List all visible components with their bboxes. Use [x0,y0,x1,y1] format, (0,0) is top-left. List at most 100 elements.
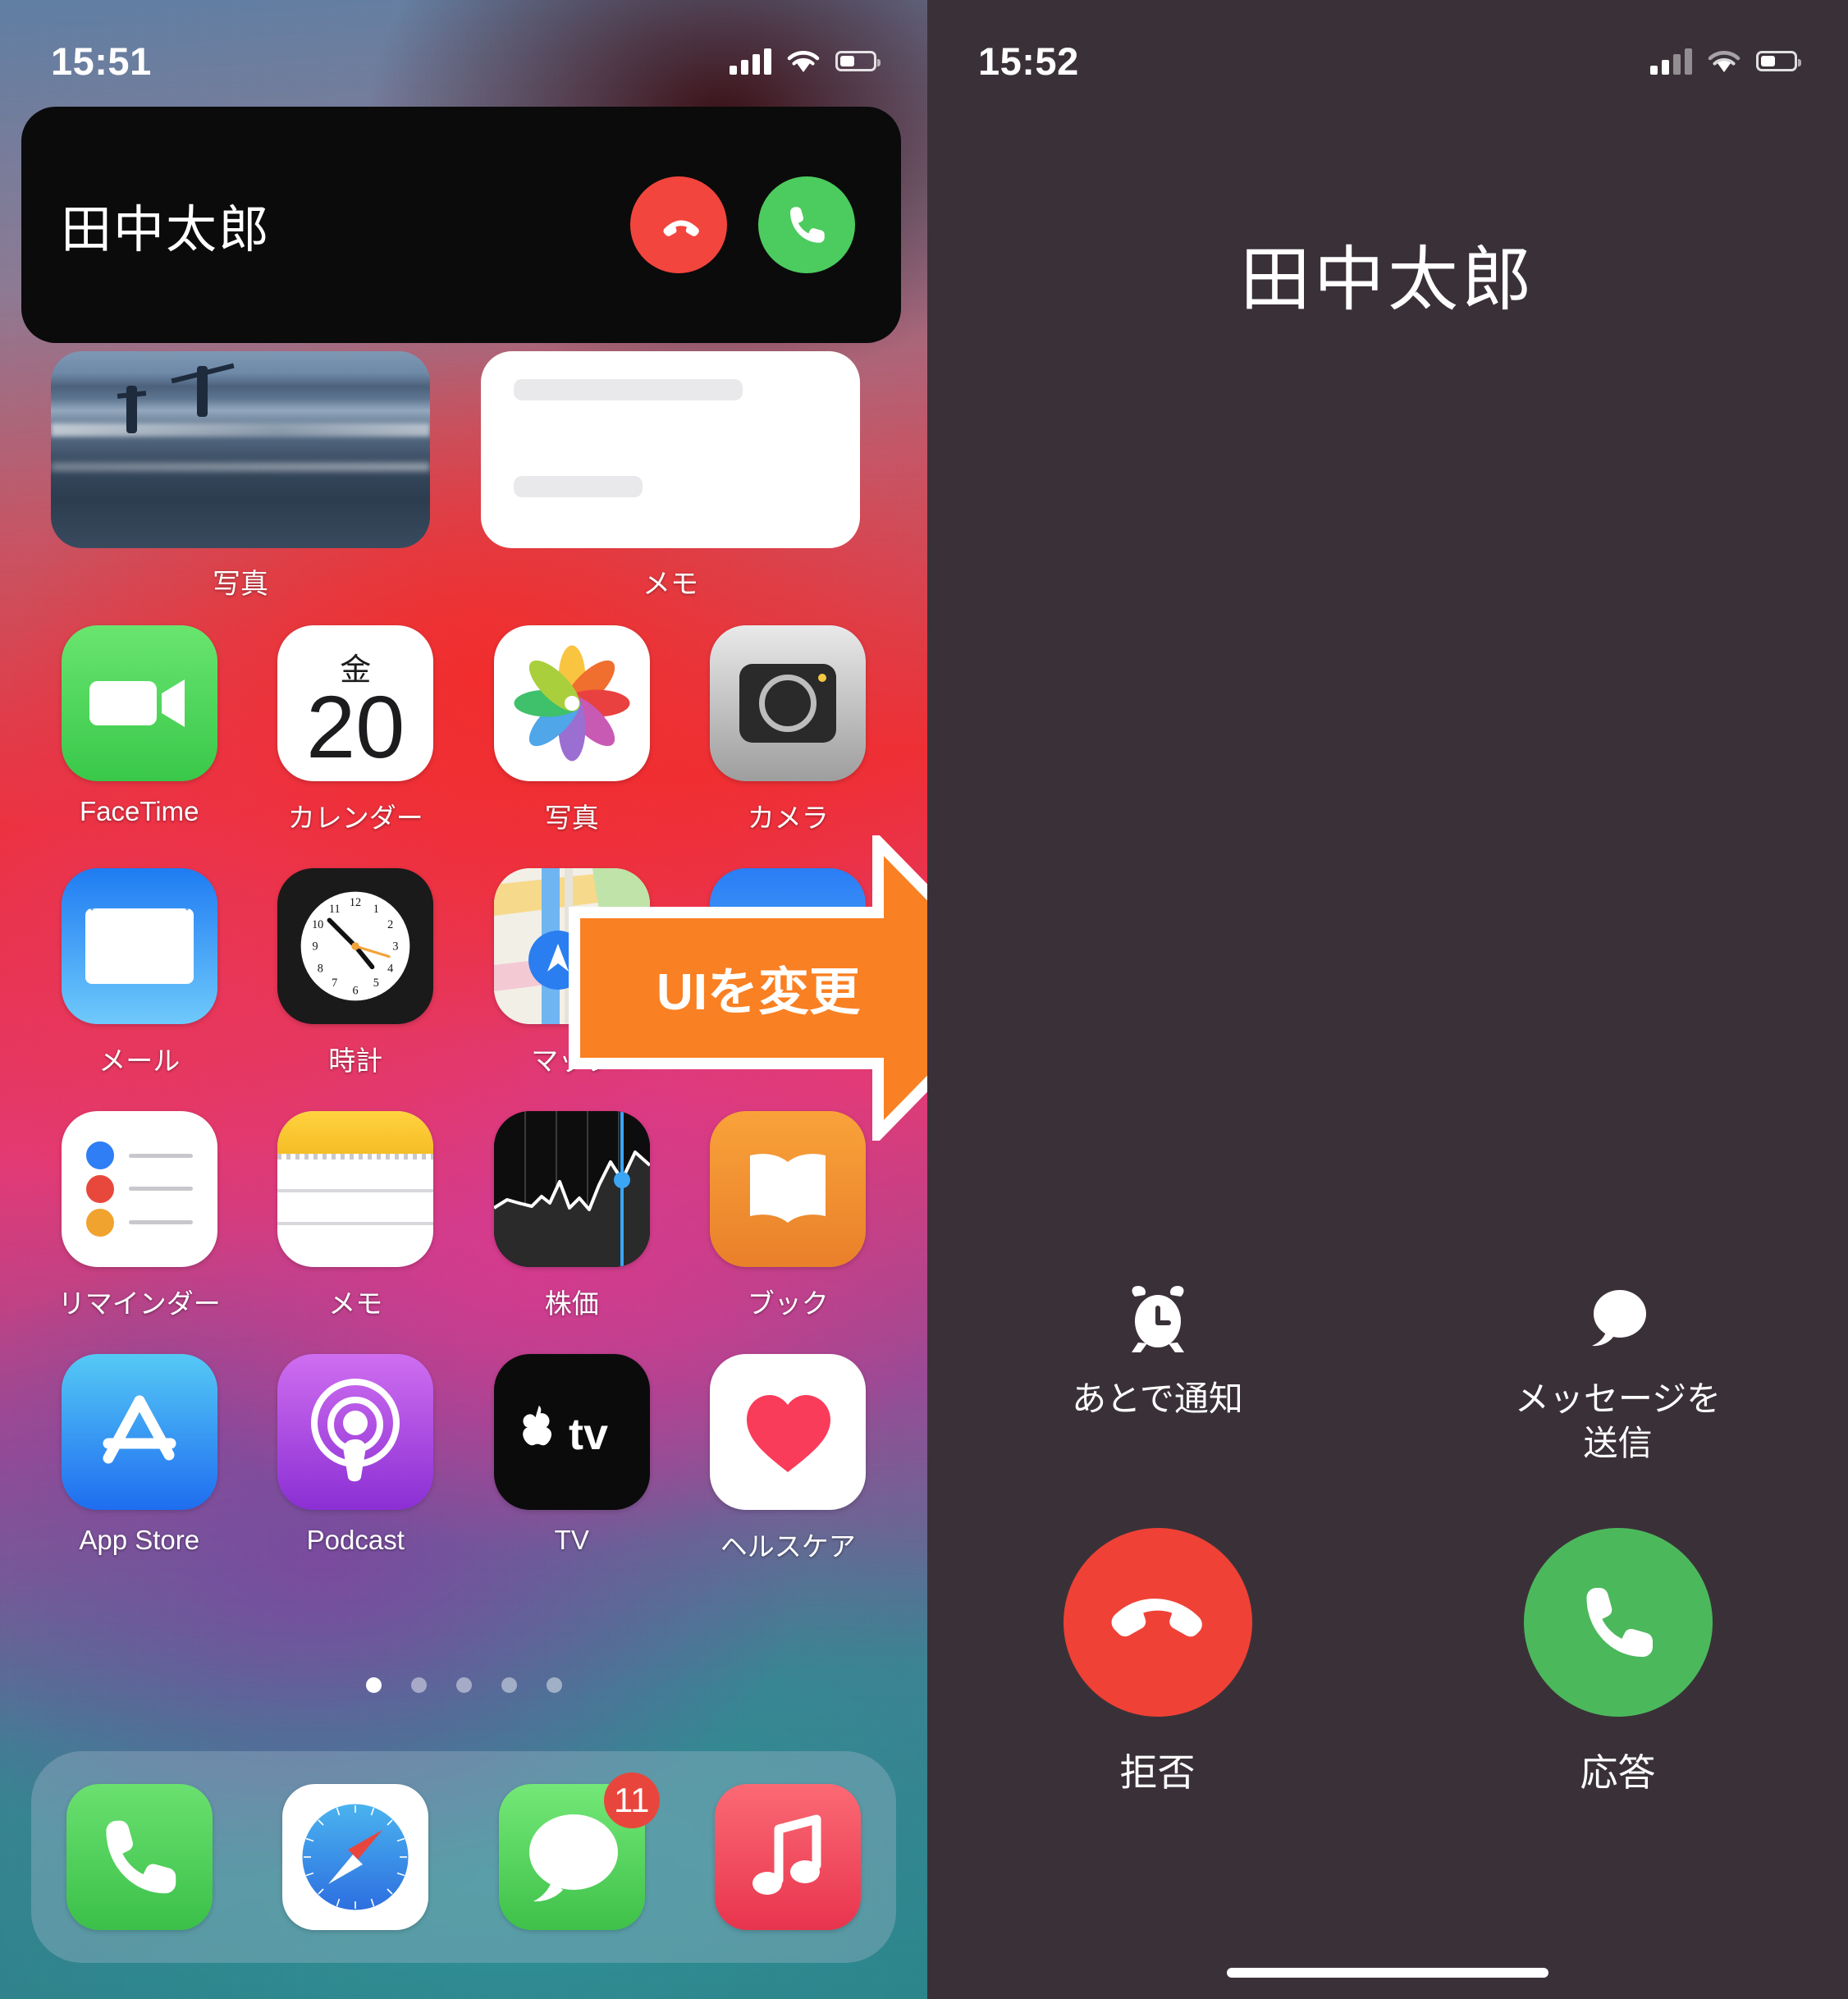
svg-text:6: 6 [353,984,359,997]
dock: 11 [31,1751,896,1963]
page-dot-5[interactable] [546,1677,562,1693]
app-label: ブック [747,1288,829,1319]
app-label: リマインダー [57,1288,221,1319]
photos-widget[interactable] [51,351,430,548]
notes-widget[interactable] [481,351,860,548]
incoming-caller-name: 田中太郎 [1240,240,1535,319]
dock-item-safari[interactable] [282,1784,429,1930]
app-tv[interactable]: tv TV [464,1354,680,1564]
app-stocks[interactable]: 株価 [464,1111,680,1321]
svg-text:12: 12 [350,896,361,909]
app-label: メール [98,1045,181,1076]
battery-icon [1756,50,1801,71]
calendar-day-number: 20 [306,676,405,776]
dock-item-messages[interactable]: 11 [498,1773,660,1930]
phone-icon [66,1784,213,1930]
app-notes[interactable]: メモ [248,1111,464,1321]
app-label: Podcast [306,1525,405,1555]
svg-text:2: 2 [387,918,393,931]
banner-decline-button[interactable] [630,176,727,273]
right-status-bar: 15:52 [927,0,1848,98]
home-indicator[interactable] [1227,1968,1548,1978]
svg-text:1: 1 [373,903,379,916]
safari-compass-icon [282,1784,429,1930]
status-indicators [1650,47,1801,75]
app-appstore[interactable]: App Store [31,1354,248,1564]
app-label: メモ [328,1288,383,1319]
photos-widget-cell[interactable]: 写真 [51,351,430,602]
app-camera[interactable]: カメラ [680,625,897,835]
app-podcast[interactable]: Podcast [248,1354,464,1564]
app-label: 写真 [544,803,599,833]
svg-text:9: 9 [313,940,318,954]
svg-text:8: 8 [318,963,323,976]
decline-call-button[interactable] [1063,1528,1252,1717]
app-label: カレンダー [287,803,423,833]
secondary-call-actions: あとで通知 メッセージを 送信 [927,1280,1848,1466]
phone-icon [1586,1588,1653,1657]
svg-text:11: 11 [329,903,341,916]
photos-icon [493,625,650,781]
svg-text:7: 7 [332,977,337,990]
phone-icon [790,207,825,243]
ui-change-annotation-arrow: UIを変更 [568,827,927,1149]
app-label: TV [554,1525,589,1555]
primary-call-actions: 拒否 応答 [927,1528,1848,1797]
clock-icon: 12 1 2 345 678 9 10 11 [277,868,434,1024]
widget-row: 写真 メモ [51,351,876,602]
cellular-bars-icon [1650,47,1692,75]
right-phone-screen: 15:52 田中太郎 あとで通知 メッセージを 送信 拒否 応答 [927,0,1848,1999]
app-clock[interactable]: 12 1 2 345 678 9 10 11 時計 [248,868,464,1078]
reminders-icon [61,1111,217,1267]
phone-down-icon [1111,1599,1202,1637]
app-health[interactable]: ヘルスケア [680,1354,897,1564]
incoming-call-banner[interactable]: 田中太郎 [21,107,901,343]
status-time: 15:51 [51,39,152,83]
music-note-icon [715,1784,862,1930]
app-label: ヘルスケア [720,1531,856,1562]
left-status-bar: 15:51 [0,0,927,98]
remind-me-later-label: あとで通知 [1072,1379,1243,1418]
status-indicators [730,47,881,75]
health-icon [710,1354,867,1510]
remind-me-later-button[interactable]: あとで通知 [927,1280,1388,1466]
app-calendar[interactable]: 金 20 カレンダー [248,625,464,835]
dock-item-music[interactable] [715,1784,862,1930]
app-label: 株価 [544,1288,599,1319]
message-bubble-icon [1583,1280,1654,1359]
page-dot-1[interactable] [365,1677,382,1693]
send-message-button[interactable]: メッセージを 送信 [1388,1280,1848,1466]
app-label: App Store [79,1525,200,1555]
page-dot-4[interactable] [501,1677,517,1693]
notes-widget-cell[interactable]: メモ [481,351,860,602]
app-photos[interactable]: 写真 [464,625,680,835]
accept-call-button[interactable] [1523,1528,1713,1717]
dock-item-phone[interactable] [66,1784,213,1930]
app-books[interactable]: ブック [680,1111,897,1321]
calendar-icon: 金 20 [277,625,434,781]
banner-caller-name: 田中太郎 [61,202,272,258]
svg-text:5: 5 [373,977,379,990]
widget-label-photos: 写真 [213,569,268,600]
messages-badge: 11 [603,1773,660,1828]
app-facetime[interactable]: FaceTime [31,625,248,835]
app-label: 時計 [328,1045,383,1076]
page-dot-2[interactable] [410,1677,427,1693]
accept-call-action[interactable]: 応答 [1388,1528,1848,1797]
facetime-icon [61,625,217,781]
banner-actions [630,176,855,273]
page-dot-3[interactable] [455,1677,472,1693]
svg-text:10: 10 [312,918,323,931]
app-mail[interactable]: メール [31,868,248,1078]
cellular-bars-icon [730,47,771,75]
banner-accept-button[interactable] [758,176,855,273]
svg-text:3: 3 [393,940,399,954]
comparison-stage: 15:51 田中太郎 写真 メモ FaceTime 金 20 カレンダー 写真 … [0,0,1848,1999]
decline-call-action[interactable]: 拒否 [927,1528,1388,1797]
battery-icon [835,50,881,71]
page-dots [0,1677,927,1693]
svg-text:tv: tv [569,1410,608,1459]
app-label: カメラ [747,803,829,833]
wifi-icon [1708,51,1741,72]
app-reminders[interactable]: リマインダー [31,1111,248,1321]
